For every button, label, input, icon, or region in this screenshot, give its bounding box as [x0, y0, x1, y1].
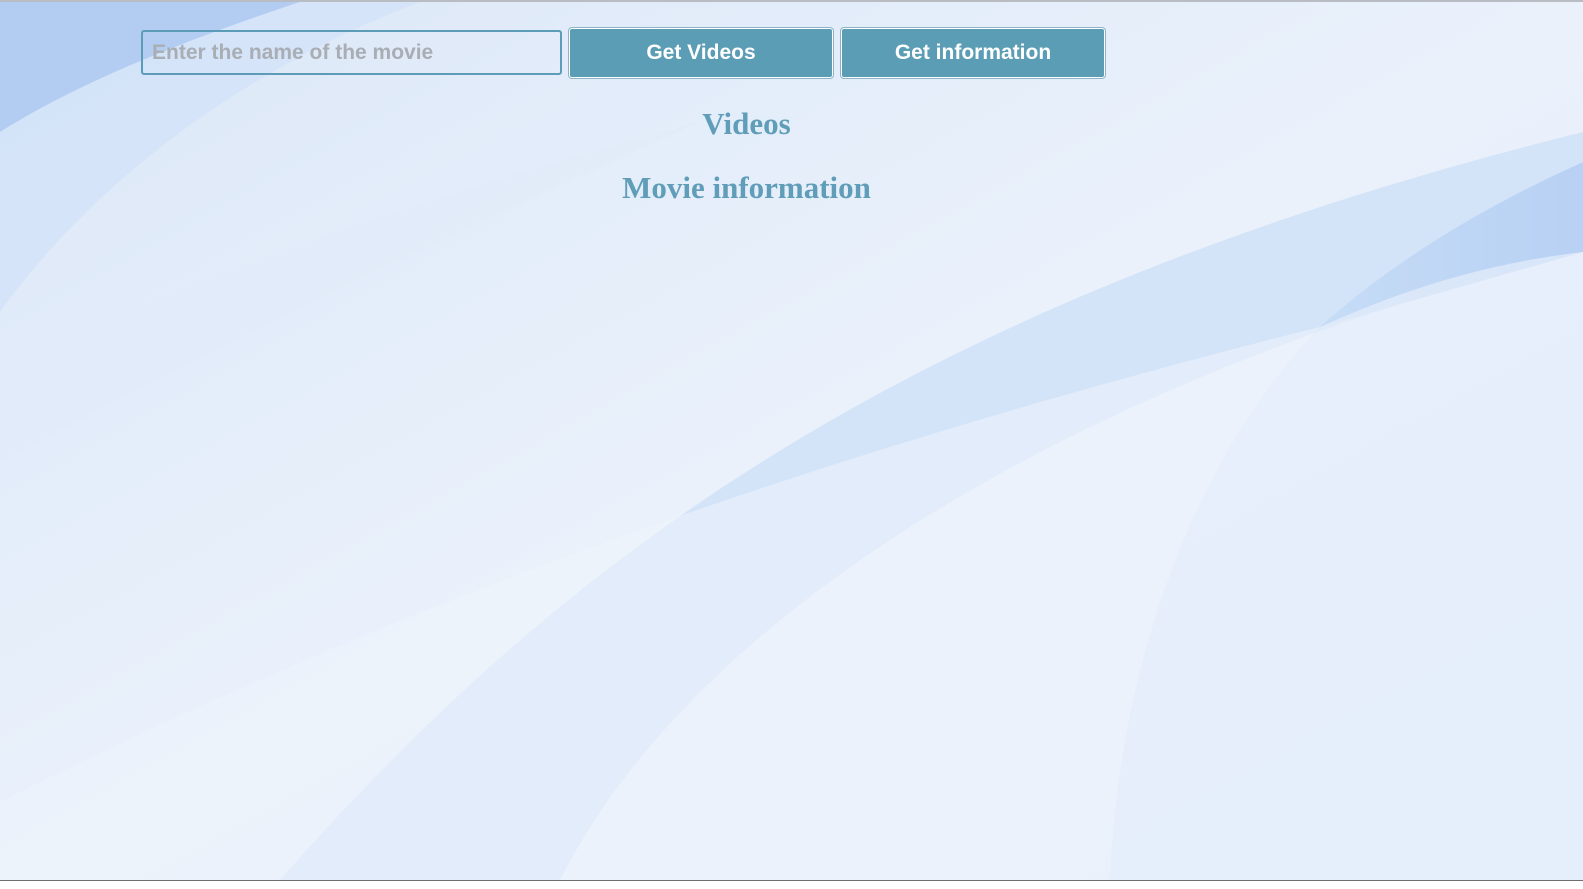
get-information-button[interactable]: Get information — [841, 28, 1105, 78]
get-videos-button[interactable]: Get Videos — [569, 28, 833, 78]
movie-search-input[interactable] — [141, 30, 562, 75]
window-bottom-border — [0, 880, 1583, 889]
movie-information-heading: Movie information — [622, 170, 871, 205]
videos-heading: Videos — [702, 106, 791, 141]
